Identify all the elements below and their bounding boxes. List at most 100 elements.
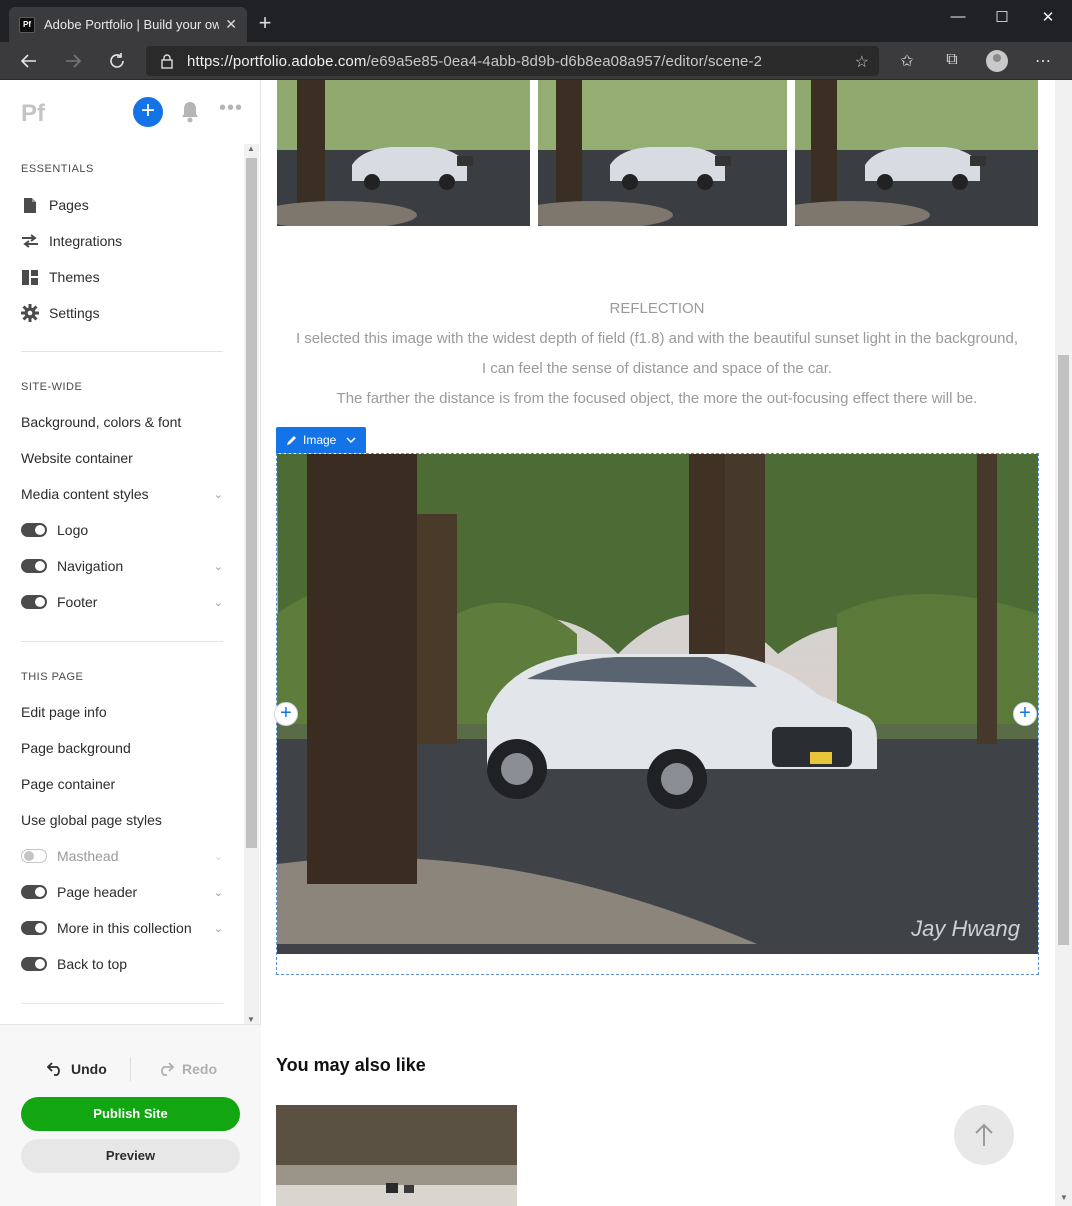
- sidebar-item-logo[interactable]: Logo: [21, 522, 223, 538]
- sidebar-item-page-header[interactable]: Page header ⌄: [21, 884, 223, 900]
- gallery-thumbnail[interactable]: [538, 80, 787, 226]
- divider: [21, 1003, 223, 1004]
- sidebar-item-background[interactable]: Background, colors & font: [21, 414, 223, 430]
- chevron-down-icon: [346, 437, 356, 444]
- profile-avatar-icon[interactable]: [986, 50, 1008, 72]
- sidebar-item-more-in-collection[interactable]: More in this collection ⌄: [21, 920, 223, 936]
- sidebar-item-page-container[interactable]: Page container: [21, 776, 223, 792]
- arrow-right-icon: [66, 54, 82, 68]
- more-options-icon[interactable]: •••: [219, 97, 243, 120]
- gallery-thumbnail[interactable]: [795, 80, 1038, 226]
- browser-tab[interactable]: Pf Adobe Portfolio | Build your own ✕: [9, 7, 247, 42]
- chevron-down-icon[interactable]: ⌄: [214, 886, 223, 899]
- sidebar-item-integrations[interactable]: Integrations: [21, 232, 223, 250]
- chevron-down-icon[interactable]: ⌄: [214, 596, 223, 609]
- themes-icon: [21, 268, 39, 286]
- scroll-down-icon[interactable]: ▼: [1060, 1193, 1068, 1202]
- sidebar-item-back-to-top[interactable]: Back to top: [21, 956, 223, 972]
- divider: [130, 1057, 131, 1081]
- back-to-top-button[interactable]: [954, 1105, 1014, 1165]
- footer-toggle[interactable]: [21, 595, 47, 609]
- masthead-toggle[interactable]: [21, 849, 47, 863]
- sidebar-item-media-styles[interactable]: Media content styles ⌄: [21, 486, 223, 502]
- sidebar-item-settings[interactable]: Settings: [21, 304, 223, 322]
- minimize-button[interactable]: —: [948, 8, 968, 25]
- sidebar-scroll-thumb[interactable]: [246, 158, 257, 848]
- divider: [21, 641, 223, 642]
- sidebar-item-footer[interactable]: Footer ⌄: [21, 594, 223, 610]
- integrations-icon: [21, 232, 39, 250]
- more-menu-icon[interactable]: ⋯: [1032, 51, 1054, 71]
- chevron-down-icon[interactable]: ⌄: [214, 922, 223, 935]
- url-field[interactable]: https://portfolio.adobe.com/e69a5e85-0ea…: [146, 46, 879, 76]
- maximize-button[interactable]: ☐: [992, 8, 1012, 26]
- favorites-icon[interactable]: ✩: [896, 51, 918, 71]
- related-project-thumbnail[interactable]: [276, 1105, 517, 1206]
- sidebar-item-website-container[interactable]: Website container: [21, 450, 223, 466]
- sidebar-item-pages[interactable]: Pages: [21, 196, 223, 214]
- sidebar-item-global-styles[interactable]: Use global page styles: [21, 812, 223, 828]
- page-scroll-thumb[interactable]: [1058, 355, 1069, 945]
- scroll-up-icon[interactable]: ▲: [247, 144, 255, 153]
- chevron-down-icon[interactable]: ⌄: [214, 488, 223, 501]
- collections-icon[interactable]: ⧉: [941, 51, 963, 69]
- arrow-left-icon: [20, 54, 36, 68]
- preview-button[interactable]: Preview: [21, 1139, 240, 1173]
- you-may-also-like-heading: You may also like: [276, 1055, 426, 1075]
- logo-toggle[interactable]: [21, 523, 47, 537]
- page-icon: [21, 196, 39, 214]
- chevron-down-icon: ⌄: [213, 851, 223, 863]
- publish-site-button[interactable]: Publish Site: [21, 1097, 240, 1131]
- redo-button[interactable]: Redo: [158, 1061, 217, 1077]
- essentials-heading: ESSENTIALS: [21, 163, 94, 175]
- chevron-down-icon[interactable]: ⌄: [214, 560, 223, 573]
- back-to-top-toggle[interactable]: [21, 957, 47, 971]
- tab-close-icon[interactable]: ✕: [225, 16, 237, 33]
- new-tab-button[interactable]: +: [254, 10, 276, 36]
- add-content-button[interactable]: +: [133, 97, 163, 127]
- scroll-down-icon[interactable]: ▼: [247, 1015, 255, 1024]
- forward-button[interactable]: [61, 49, 85, 73]
- redo-icon: [161, 1062, 174, 1076]
- editor-canvas: REFLECTION I selected this image with th…: [261, 80, 1072, 1206]
- page-scrollbar[interactable]: ▼: [1055, 80, 1072, 1206]
- undo-icon: [47, 1062, 60, 1076]
- sidebar-item-edit-page-info[interactable]: Edit page info: [21, 704, 223, 720]
- car-photo-thumbnail: [277, 80, 530, 226]
- sidebar-item-page-background[interactable]: Page background: [21, 740, 223, 756]
- sidebar-scrollbar[interactable]: ▲ ▼: [244, 144, 259, 1024]
- car-photo: Jay Hwang: [277, 454, 1038, 954]
- related-photo: [276, 1105, 517, 1206]
- pencil-icon: [287, 435, 296, 445]
- favorite-star-icon[interactable]: ☆: [855, 52, 869, 72]
- gear-icon: [21, 304, 39, 322]
- add-right-plus-icon[interactable]: +: [1013, 702, 1037, 726]
- tab-title: Adobe Portfolio | Build your own: [44, 17, 220, 32]
- arrow-up-icon: [975, 1123, 993, 1146]
- browser-tab-bar: Pf Adobe Portfolio | Build your own ✕ + …: [0, 0, 1072, 42]
- gallery-thumbnail[interactable]: [277, 80, 530, 226]
- sitewide-heading: SITE-WIDE: [21, 381, 83, 393]
- refresh-button[interactable]: [105, 49, 129, 73]
- close-window-button[interactable]: ✕: [1038, 8, 1058, 26]
- address-bar: https://portfolio.adobe.com/e69a5e85-0ea…: [0, 42, 1072, 80]
- undo-button[interactable]: Undo: [47, 1061, 107, 1077]
- navigation-toggle[interactable]: [21, 559, 47, 573]
- thispage-heading: THIS PAGE: [21, 671, 84, 683]
- reflection-line: I selected this image with the widest de…: [295, 330, 1019, 347]
- reflection-line: I can feel the sense of distance and spa…: [481, 360, 833, 377]
- selected-image-block[interactable]: Jay Hwang + +: [274, 453, 1039, 975]
- page-header-toggle[interactable]: [21, 885, 47, 899]
- sidebar-item-themes[interactable]: Themes: [21, 268, 223, 286]
- sidebar-item-masthead[interactable]: Masthead ⌄: [21, 848, 223, 864]
- url-text: https://portfolio.adobe.com/e69a5e85-0ea…: [187, 52, 763, 70]
- more-collection-toggle[interactable]: [21, 921, 47, 935]
- add-left-plus-icon[interactable]: +: [274, 702, 298, 726]
- car-photo-thumbnail: [538, 80, 787, 226]
- bell-icon[interactable]: [179, 100, 201, 124]
- sidebar-item-navigation[interactable]: Navigation ⌄: [21, 558, 223, 574]
- reflection-text-block[interactable]: REFLECTION I selected this image with th…: [276, 294, 1038, 414]
- photo-watermark: Jay Hwang: [911, 916, 1020, 941]
- back-button[interactable]: [17, 49, 41, 73]
- image-edit-chip[interactable]: Image: [276, 427, 367, 453]
